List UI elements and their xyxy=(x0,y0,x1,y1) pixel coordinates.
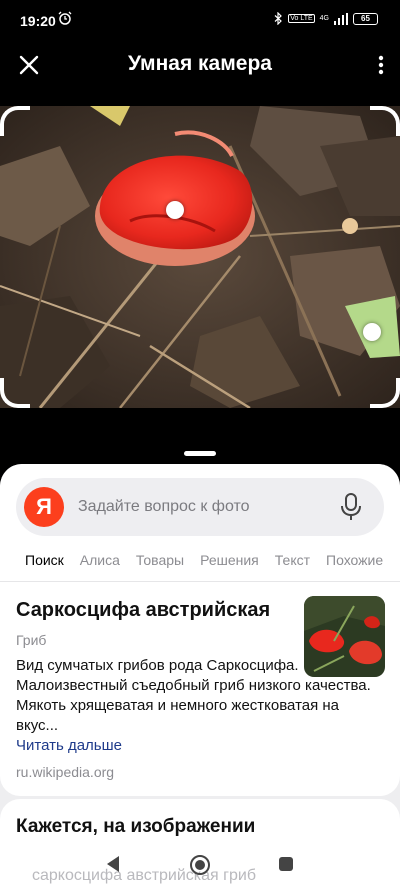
tab-search[interactable]: Поиск xyxy=(25,550,64,570)
tab-solutions[interactable]: Решения xyxy=(200,550,259,570)
mushroom-photo xyxy=(0,106,400,408)
nav-home-icon[interactable] xyxy=(189,854,211,876)
camera-photo[interactable] xyxy=(0,106,400,408)
result-source[interactable]: ru.wikipedia.org xyxy=(16,764,114,780)
title-bar: Умная камера xyxy=(0,42,400,88)
object-marker[interactable] xyxy=(166,201,184,219)
alarm-icon xyxy=(58,11,72,25)
tab-alice[interactable]: Алиса xyxy=(80,550,120,570)
status-bar: 19:20 Vo LTE 4G 65 xyxy=(0,0,400,42)
battery-indicator: 65 xyxy=(353,12,378,25)
tab-text[interactable]: Текст xyxy=(275,550,310,570)
sheet-drag-handle[interactable] xyxy=(184,451,216,456)
detected-title: Кажется, на изображении xyxy=(16,816,256,837)
microphone-icon[interactable] xyxy=(340,493,362,521)
search-input[interactable] xyxy=(78,478,318,536)
object-marker[interactable] xyxy=(363,323,381,341)
bluetooth-icon xyxy=(274,12,283,25)
results-sheet: Я Поиск Алиса Товары Решения Текст Похож… xyxy=(0,464,400,889)
result-thumbnail[interactable] xyxy=(304,596,385,677)
read-more-link[interactable]: Читать дальше xyxy=(16,737,122,754)
tab-bar: Поиск Алиса Товары Решения Текст Похожие xyxy=(0,550,400,570)
nav-back-icon[interactable] xyxy=(105,855,121,873)
network-type: 4G xyxy=(319,15,329,22)
search-bar: Я xyxy=(16,478,384,536)
tab-similar[interactable]: Похожие xyxy=(326,550,383,570)
status-time: 19:20 xyxy=(20,13,56,29)
lte-badge: Vo LTE xyxy=(288,14,315,23)
frame-corner xyxy=(0,106,30,136)
nav-recent-icon[interactable] xyxy=(279,857,293,871)
more-vertical-icon[interactable] xyxy=(374,52,388,78)
result-card[interactable]: Саркосцифа австрийская Гриб Вид сумчатых… xyxy=(0,581,400,796)
tab-products[interactable]: Товары xyxy=(136,550,184,570)
system-nav-bar xyxy=(0,841,400,889)
result-title[interactable]: Саркосцифа австрийская xyxy=(16,599,270,622)
page-title: Умная камера xyxy=(128,52,272,75)
signal-icon xyxy=(334,12,348,25)
result-type: Гриб xyxy=(16,632,47,648)
yandex-logo[interactable]: Я xyxy=(24,487,64,527)
